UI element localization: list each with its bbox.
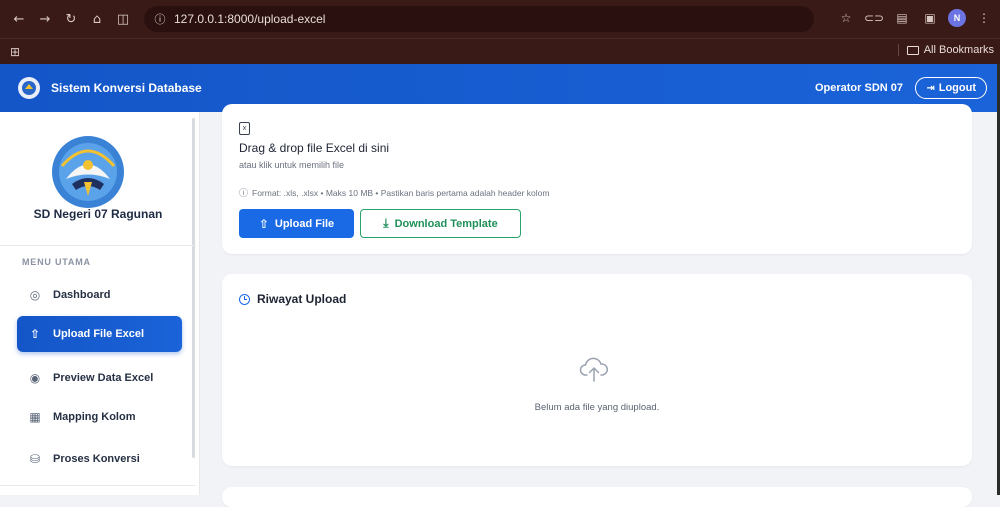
logout-label: Logout <box>938 82 976 94</box>
download-template-label: Download Template <box>394 217 498 230</box>
all-bookmarks[interactable]: All Bookmarks <box>897 44 994 56</box>
menu-kebab-icon[interactable]: ⋮ <box>974 8 994 28</box>
sidebar-item-label: Dashboard <box>53 289 111 301</box>
sidebar-item-conversion[interactable]: ⛁ Proses Konversi <box>17 441 182 477</box>
all-bookmarks-label: All Bookmarks <box>923 44 994 56</box>
dashboard-icon: ◎ <box>29 288 41 302</box>
link-icon[interactable]: ⊂⊃ <box>864 8 884 28</box>
eye-icon: ◉ <box>29 371 41 385</box>
clock-icon <box>239 293 250 305</box>
upload-file-label: Upload File <box>274 217 335 230</box>
sidebar-item-upload[interactable]: ⇧ Upload File Excel <box>17 316 182 352</box>
apps-grid-icon[interactable]: ⊞ <box>10 45 20 59</box>
history-title-row: Riwayat Upload <box>239 292 346 306</box>
download-template-button[interactable]: ⤓ Download Template <box>360 209 521 238</box>
app-title: Sistem Konversi Database <box>51 81 202 95</box>
user-name: Operator SDN 07 <box>814 82 903 94</box>
address-url: 127.0.0.1:8000/upload-excel <box>174 12 326 26</box>
home-icon[interactable]: ⌂ <box>86 8 108 30</box>
history-title: Riwayat Upload <box>257 292 347 306</box>
upload-icon: ⇧ <box>29 327 41 341</box>
download-icon: ⤓ <box>383 216 389 230</box>
upload-dropzone-card[interactable]: x Drag & drop file Excel di sini atau kl… <box>222 104 972 254</box>
browser-actions: ☆ ⊂⊃ ▤ ▣ N ⋮ <box>836 8 994 28</box>
database-icon: ⛁ <box>29 452 41 466</box>
cloud-upload-icon: ⇧ <box>258 216 269 231</box>
school-name: SD Negeri 07 Ragunan <box>33 207 163 221</box>
bookmarks-bar: ⊞ All Bookmarks <box>0 38 1000 64</box>
format-info: ⓘ Format: .xls, .xlsx • Maks 10 MB • Pas… <box>239 186 550 200</box>
sidebar-item-label: Preview Data Excel <box>53 372 154 384</box>
excel-file-icon: x <box>239 122 250 135</box>
app-logo-icon <box>18 77 40 99</box>
empty-state-message: Belum ada file yang diupload. <box>534 402 660 413</box>
dropzone-subtitle: atau klik untuk memilih file <box>239 160 345 170</box>
school-logo <box>52 136 124 208</box>
reader-icon[interactable]: ▣ <box>920 8 940 28</box>
logout-button[interactable]: ⇥ Logout <box>915 77 987 99</box>
dropzone-title: Drag & drop file Excel di sini <box>239 141 390 155</box>
sidebar-item-label: Upload File Excel <box>53 328 145 340</box>
split-view-icon[interactable]: ◫ <box>112 8 134 30</box>
browser-toolbar: ← → ↻ ⌂ ◫ ⓘ 127.0.0.1:8000/upload-excel … <box>0 0 1000 38</box>
sidebar-divider <box>0 245 196 246</box>
sidebar-scrollbar[interactable] <box>192 118 195 458</box>
sidebar-item-dashboard[interactable]: ◎ Dashboard <box>17 277 182 313</box>
sidebar-item-label: Mapping Kolom <box>53 411 136 423</box>
site-info-icon[interactable]: ⓘ <box>152 11 168 27</box>
menu-section-label: MENU UTAMA <box>22 257 91 267</box>
table-icon: ▦ <box>29 410 41 424</box>
address-bar[interactable]: ⓘ 127.0.0.1:8000/upload-excel <box>144 6 814 32</box>
cloud-upload-empty-icon <box>579 357 609 382</box>
sidebar-item-label: Proses Konversi <box>53 453 140 465</box>
format-info-text: Format: .xls, .xlsx • Maks 10 MB • Pasti… <box>252 187 550 198</box>
forward-icon[interactable]: → <box>34 8 56 30</box>
upload-file-button[interactable]: ⇧ Upload File <box>239 209 354 238</box>
profile-avatar[interactable]: N <box>948 9 966 27</box>
reload-icon[interactable]: ↻ <box>60 8 82 30</box>
sidebar: SD Negeri 07 Ragunan MENU UTAMA ◎ Dashbo… <box>0 112 200 495</box>
extension-icon[interactable]: ▤ <box>892 8 912 28</box>
browser-nav: ← → ↻ ⌂ ◫ <box>0 8 134 30</box>
next-card <box>222 487 972 507</box>
bookmark-star-icon[interactable]: ☆ <box>836 8 856 28</box>
sidebar-footer-divider <box>0 485 196 495</box>
sidebar-item-mapping[interactable]: ▦ Mapping Kolom <box>17 399 182 435</box>
upload-history-card: Riwayat Upload Belum ada file yang diupl… <box>222 274 972 466</box>
info-icon: ⓘ <box>239 189 249 199</box>
back-icon[interactable]: ← <box>8 8 30 30</box>
logout-icon: ⇥ <box>926 82 935 94</box>
folder-icon <box>906 45 919 55</box>
sidebar-item-preview[interactable]: ◉ Preview Data Excel <box>17 360 182 396</box>
